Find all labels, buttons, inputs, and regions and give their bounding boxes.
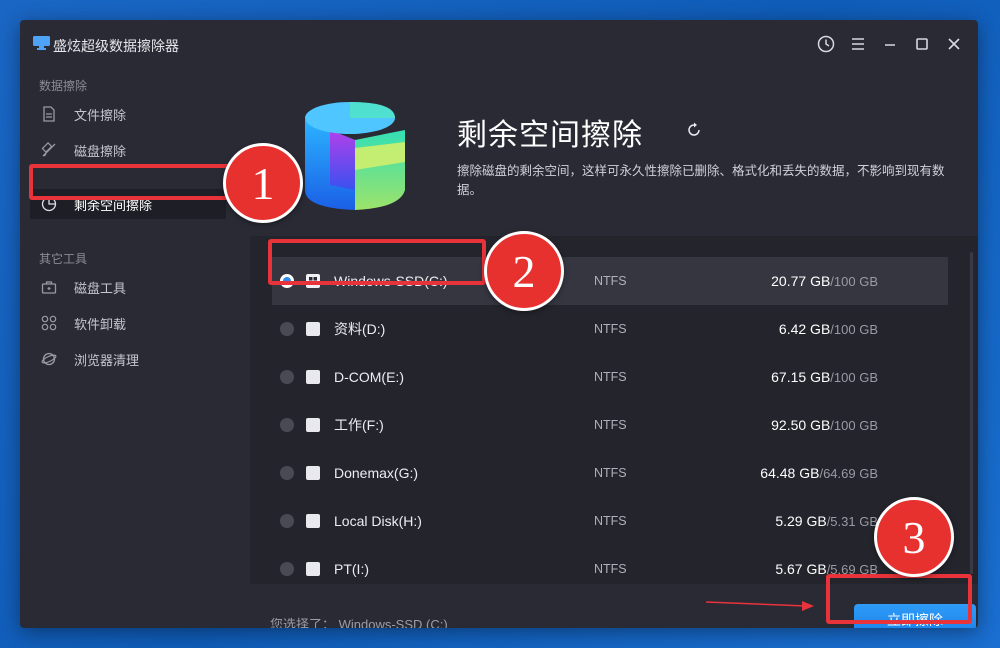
drive-icon <box>306 322 320 336</box>
file-icon <box>40 105 58 123</box>
page-description: 擦除磁盘的剩余空间，这样可永久性擦除已删除、格式化和丢失的数据，不影响到现有数据… <box>457 164 945 197</box>
sidebar-item-label: 磁盘工具 <box>74 280 127 296</box>
drive-icon <box>306 466 320 480</box>
drive-name: 资料(D:) <box>334 321 386 337</box>
drive-size: 6.42 GB/100 GB <box>778 321 878 337</box>
refresh-icon[interactable] <box>686 122 702 138</box>
drive-row[interactable]: 工作(F:) NTFS 92.50 GB/100 GB <box>272 401 948 449</box>
section-label-other-tools: 其它工具 <box>39 252 88 266</box>
drive-row[interactable]: Local Disk(H:) NTFS 5.29 GB/5.31 GB <box>272 497 948 545</box>
sidebar-item-disk-erase[interactable]: 磁盘擦除 <box>30 135 226 165</box>
drive-name: D-COM(E:) <box>334 369 404 385</box>
arrow-icon <box>706 601 814 611</box>
drive-name: PT(I:) <box>334 561 369 577</box>
drive-icon <box>306 514 320 528</box>
step-badge-1: 1 <box>223 143 303 223</box>
radio-unselected[interactable] <box>280 370 294 384</box>
drive-row[interactable]: 资料(D:) NTFS 6.42 GB/100 GB <box>272 305 948 353</box>
disk-icon <box>40 141 58 159</box>
sidebar-item-label: 软件卸载 <box>74 316 127 332</box>
sidebar-item-label: 浏览器清理 <box>74 352 140 368</box>
sidebar-item-browser-clean[interactable]: 浏览器清理 <box>30 344 226 374</box>
drive-filesystem: NTFS <box>594 562 627 576</box>
drive-filesystem: NTFS <box>594 466 627 480</box>
drive-size: 67.15 GB/100 GB <box>771 369 878 385</box>
drive-icon <box>306 562 320 576</box>
section-label-data-erase: 数据擦除 <box>39 79 88 93</box>
cylinder-chart-icon <box>305 102 405 210</box>
scrollbar[interactable] <box>970 252 973 574</box>
menu-icon[interactable] <box>848 34 868 54</box>
toolbox-icon <box>40 278 58 296</box>
drive-size: 5.29 GB/5.31 GB <box>775 513 878 529</box>
drive-row[interactable]: D-COM(E:) NTFS 67.15 GB/100 GB <box>272 353 948 401</box>
radio-unselected[interactable] <box>280 466 294 480</box>
highlight-box-step3 <box>826 574 972 624</box>
browser-icon <box>40 350 58 368</box>
drive-name: Donemax(G:) <box>334 465 419 481</box>
title-bar: 盛炫超级数据擦除器 <box>20 20 978 70</box>
sidebar-item-label: 磁盘擦除 <box>74 143 127 159</box>
highlight-box-step2 <box>268 239 486 285</box>
drive-name: Local Disk(H:) <box>334 513 422 529</box>
sidebar: 数据擦除 文件擦除 磁盘擦除 剩余空间擦除 其它工具 磁盘工具 软件卸载 浏览器… <box>20 70 250 628</box>
sidebar-item-disk-tools[interactable]: 磁盘工具 <box>30 272 226 302</box>
apps-icon <box>40 314 58 332</box>
drive-icon <box>306 418 320 432</box>
drive-size: 64.48 GB/64.69 GB <box>760 465 878 481</box>
history-icon[interactable] <box>816 34 836 54</box>
drive-size: 20.77 GB/100 GB <box>771 273 878 289</box>
highlight-box-step1 <box>29 164 231 200</box>
maximize-icon[interactable] <box>912 34 932 54</box>
page-title: 剩余空间擦除 <box>457 119 643 152</box>
selected-drive-label: 您选择了： Windows-SSD (C:) <box>270 617 448 628</box>
app-window: 盛炫超级数据擦除器 数据擦除 文件擦除 磁盘擦除 剩余空间擦除 其它工具 磁盘工… <box>20 20 978 628</box>
main-content: 剩余空间擦除 擦除磁盘的剩余空间，这样可永久性擦除已删除、格式化和丢失的数据，不… <box>250 70 978 628</box>
drive-filesystem: NTFS <box>594 274 627 288</box>
drive-filesystem: NTFS <box>594 322 627 336</box>
drive-filesystem: NTFS <box>594 418 627 432</box>
radio-unselected[interactable] <box>280 514 294 528</box>
sidebar-item-file-erase[interactable]: 文件擦除 <box>30 99 226 129</box>
drive-filesystem: NTFS <box>594 514 627 528</box>
minimize-icon[interactable] <box>880 34 900 54</box>
radio-unselected[interactable] <box>280 562 294 576</box>
drive-size: 92.50 GB/100 GB <box>771 417 878 433</box>
drive-filesystem: NTFS <box>594 370 627 384</box>
drive-name: 工作(F:) <box>334 417 384 433</box>
monitor-icon <box>33 36 50 50</box>
sidebar-item-label: 文件擦除 <box>74 107 127 123</box>
drive-icon <box>306 370 320 384</box>
radio-unselected[interactable] <box>280 322 294 336</box>
step-badge-3: 3 <box>874 497 954 577</box>
window-controls <box>816 34 964 54</box>
sidebar-item-uninstall[interactable]: 软件卸载 <box>30 308 226 338</box>
radio-unselected[interactable] <box>280 418 294 432</box>
step-badge-2: 2 <box>484 231 564 311</box>
close-icon[interactable] <box>944 34 964 54</box>
drive-row[interactable]: Donemax(G:) NTFS 64.48 GB/64.69 GB <box>272 449 948 497</box>
drive-list: Windows-SSD(C:) NTFS 20.77 GB/100 GB 资料(… <box>250 236 978 584</box>
app-title: 盛炫超级数据擦除器 <box>53 38 179 54</box>
